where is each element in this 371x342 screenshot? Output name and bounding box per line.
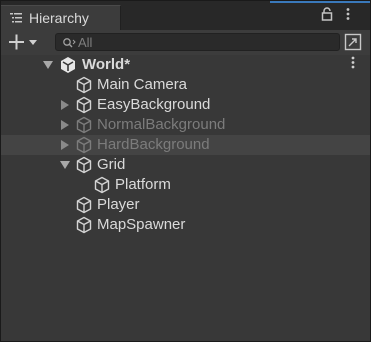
hierarchy-item[interactable]: NormalBackground (1, 115, 370, 135)
hierarchy-item-label: Platform (115, 176, 171, 193)
tab-bar: Hierarchy (1, 1, 370, 30)
collapse-arrow-icon[interactable] (61, 100, 69, 110)
hierarchy-item[interactable]: Main Camera (1, 75, 370, 95)
expand-arrow-icon[interactable] (43, 61, 53, 69)
hierarchy-item-label: Player (97, 196, 140, 213)
search-field[interactable]: All (55, 33, 340, 51)
scene-row[interactable]: World* (1, 55, 370, 75)
lock-icon[interactable] (321, 7, 333, 24)
hierarchy-item[interactable]: MapSpawner (1, 215, 370, 235)
gameobject-cube-icon (75, 136, 93, 154)
hierarchy-item[interactable]: Platform (1, 175, 370, 195)
scene-menu-icon[interactable] (350, 55, 356, 73)
expand-arrow-icon[interactable] (60, 161, 70, 169)
scene-name: World* (82, 56, 131, 73)
hierarchy-item-label: MapSpawner (97, 216, 186, 233)
gameobject-cube-icon (75, 96, 93, 114)
hierarchy-item-label: HardBackground (97, 136, 210, 153)
hierarchy-item[interactable]: Player (1, 195, 370, 215)
search-icon (62, 36, 76, 52)
collapse-arrow-icon[interactable] (61, 140, 69, 150)
hierarchy-item[interactable]: EasyBackground (1, 95, 370, 115)
scene-visibility-button[interactable] (344, 33, 362, 51)
gameobject-cube-icon (75, 196, 93, 214)
hierarchy-item-label: NormalBackground (97, 116, 226, 133)
search-placeholder: All (78, 35, 93, 50)
tab-title: Hierarchy (29, 10, 89, 26)
gameobject-cube-icon (75, 116, 93, 134)
tab-hierarchy[interactable]: Hierarchy (1, 5, 121, 30)
gameobject-cube-icon (75, 216, 93, 234)
collapse-arrow-icon[interactable] (61, 120, 69, 130)
hierarchy-toolbar: All (1, 30, 370, 56)
hierarchy-tree: World* Main Camera EasyBackground NormalBa… (1, 55, 370, 341)
hierarchy-item-label: Main Camera (97, 76, 188, 93)
unity-scene-icon (59, 56, 77, 74)
gameobject-cube-icon (75, 76, 93, 94)
hierarchy-item-label: Grid (97, 156, 126, 173)
hierarchy-list-icon (9, 11, 23, 28)
hierarchy-window: Hierarchy All World* Main Camera EasyBac… (0, 0, 371, 342)
tab-menu-icon[interactable] (345, 7, 351, 24)
tab-bar-accent (270, 1, 370, 3)
add-object-button[interactable] (7, 31, 41, 53)
hierarchy-item[interactable]: HardBackground (1, 135, 370, 155)
gameobject-cube-icon (93, 176, 111, 194)
gameobject-cube-icon (75, 156, 93, 174)
hierarchy-item[interactable]: Grid (1, 155, 370, 175)
hierarchy-item-label: EasyBackground (97, 96, 211, 113)
